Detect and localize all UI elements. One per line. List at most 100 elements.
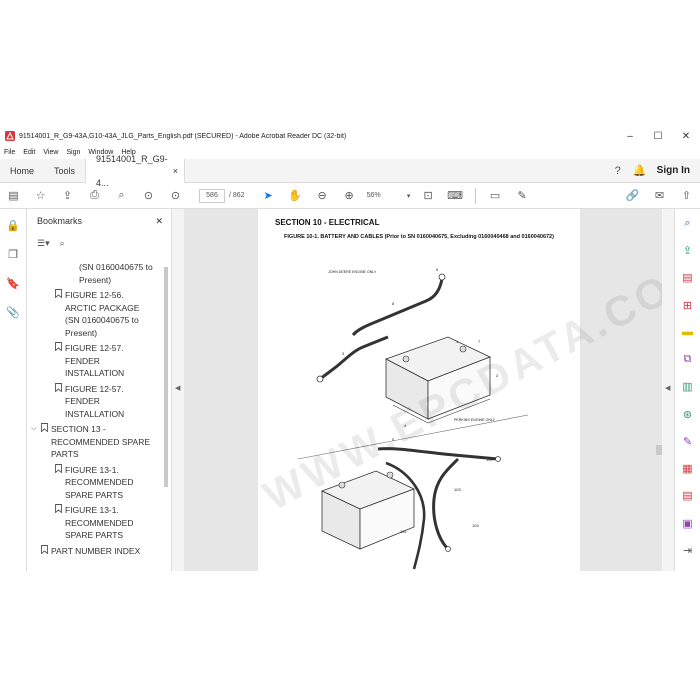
chevron-down-icon [45,504,55,542]
tab-close-icon[interactable]: × [173,159,178,183]
chevron-down-icon [31,545,41,558]
menu-sign[interactable]: Sign [66,149,80,156]
zoom-out-icon[interactable]: ⊖ [309,189,336,202]
toolbar-divider [474,187,476,204]
bookmark-label: FIGURE 12-57. FENDER INSTALLATION [65,343,125,378]
document-view[interactable]: SECTION 10 - ELECTRICAL FIGURE 10-1. BAT… [184,209,662,571]
select-cursor-icon[interactable]: ➤ [255,189,282,202]
bookmark-label: (SN 0160040675 to Present) [79,262,153,285]
bookmark-flag-icon [55,342,65,380]
minimize-button[interactable]: – [616,127,644,145]
organize-pages-icon[interactable]: ▥ [682,380,692,407]
find-bookmark-icon[interactable]: ⌕ [60,238,65,249]
bookmark-label: FIGURE 13-1. RECOMMENDED SPARE PARTS [65,464,134,500]
bookmark-item[interactable]: ⌵ SECTION 13 - RECOMMENDED SPARE PARTS [27,423,162,461]
mail-icon[interactable]: ✉ [646,189,673,202]
bookmark-flag-icon [41,544,51,558]
expand-icon[interactable]: ⇥ [683,544,692,571]
page-up-icon[interactable]: ⊙ [135,189,162,202]
bookmark-options-icon[interactable]: ☰▾ [37,238,50,249]
attachment-icon[interactable]: 📎 [6,306,20,335]
add-pdf-icon[interactable]: ⊞ [683,299,692,326]
fill-sign-icon[interactable]: ✎ [683,435,692,462]
callout-7: 7 [478,339,481,344]
star-icon[interactable]: ☆ [27,189,54,202]
bookmark-label: FIGURE 12-56. ARCTIC PACKAGE (SN 0160040… [65,290,140,338]
zoom-level-select[interactable]: 56% [363,189,403,203]
bookmarks-panel: Bookmarks ✕ ☰▾ ⌕ (SN 0160040675 to Prese… [27,209,172,571]
bookmark-item[interactable]: FIGURE 13-1. RECOMMENDED SPARE PARTS [27,504,162,542]
tab-home[interactable]: Home [0,159,44,183]
pen-icon[interactable]: ✎ [509,189,536,202]
link-icon[interactable]: 🔗 [619,189,646,202]
bookmark-item[interactable]: FIGURE 12-57. FENDER INSTALLATION [27,342,162,380]
lock-icon[interactable]: 🔒 [6,219,20,248]
keyboard-icon[interactable]: ⌨ [442,189,469,202]
menu-edit[interactable]: Edit [23,149,35,156]
hand-tool-icon[interactable]: ✋ [282,189,309,202]
right-tools-rail: ⌕ ⇪ ▤ ⊞ ▬ ⧉ ▥ ⊛ ✎ ▦ ▤ ▣ ⇥ [674,209,700,571]
bookmarks-scroll-thumb[interactable] [164,267,168,487]
left-navigation-rail: 🔒 ❐ 🔖 📎 [0,209,27,571]
comment-icon[interactable]: ▭ [482,189,509,202]
fit-page-icon[interactable]: ⊡ [415,189,442,202]
acrobat-window: 91514001_R_G9-43A,G10-43A_JLG_Parts_Engl… [0,127,700,571]
comment-icon[interactable]: ▬ [682,326,693,353]
upload-icon[interactable]: ⇪ [54,189,81,202]
bookmark-label: SECTION 13 - RECOMMENDED SPARE PARTS [51,424,151,459]
more-tools-icon[interactable]: ▣ [682,517,692,544]
bookmark-item[interactable]: FIGURE 12-57. FENDER INSTALLATION [27,382,162,421]
bookmark-icon[interactable]: 🔖 [6,277,20,306]
maximize-button[interactable]: ☐ [644,127,672,145]
create-pdf-icon[interactable]: ▤ [682,271,692,298]
protect-icon[interactable]: ▤ [682,489,692,516]
edit-pdf-icon[interactable]: ▦ [682,462,692,489]
menu-view[interactable]: View [43,149,58,156]
chevron-left-icon: ◀ [665,385,671,392]
print-icon[interactable]: ⎙ [81,189,108,202]
chevron-down-icon [59,261,69,286]
bell-icon[interactable]: 🔔 [629,164,651,177]
callout-104: 104 [472,523,479,528]
search-icon[interactable]: ⌕ [108,189,135,202]
export-pdf-icon[interactable]: ⇪ [683,244,692,271]
window-title: 91514001_R_G9-43A,G10-43A_JLG_Parts_Engl… [19,132,347,140]
chevron-down-icon [45,383,55,421]
chevron-down-icon [45,464,55,502]
upper-cable-lower [319,335,389,381]
chevron-down-icon[interactable]: ▾ [403,192,415,200]
help-icon[interactable]: ? [607,165,629,177]
bookmark-item[interactable]: FIGURE 13-1. RECOMMENDED SPARE PARTS [27,463,162,502]
pages-icon[interactable]: ❐ [8,248,18,277]
callout-6: 6 [436,267,439,272]
compress-icon[interactable]: ⊛ [683,408,692,435]
left-panel-toggle[interactable]: ◀ [172,209,184,571]
zoom-in-icon[interactable]: ⊕ [336,189,363,202]
bookmark-item[interactable]: PART NUMBER INDEX [27,544,162,558]
page-number-input[interactable]: 586 [199,188,225,203]
combine-icon[interactable]: ⧉ [684,353,692,380]
bookmark-flag-icon [69,261,79,286]
right-panel-toggle[interactable]: ◀ [662,209,674,571]
tab-tools[interactable]: Tools [44,159,85,183]
save-icon[interactable]: ▤ [0,189,27,202]
close-window-button[interactable]: ✕ [672,127,700,145]
chevron-down-icon[interactable]: ⌵ [31,423,41,461]
upper-cable [351,278,444,337]
chevron-down-icon [45,342,55,380]
close-icon[interactable]: ✕ [155,216,163,227]
bookmarks-toolbar: ☰▾ ⌕ [27,233,171,253]
bookmark-item[interactable]: (SN 0160040675 to Present) [27,261,162,286]
menu-file[interactable]: File [4,149,15,156]
page-down-icon[interactable]: ⊙ [162,189,189,202]
bookmarks-scrollbar[interactable] [163,261,169,571]
chevron-left-icon: ◀ [175,385,181,392]
share-icon[interactable]: ⇧ [673,189,700,202]
tab-bar: Home Tools 91514001_R_G9-4... × ? 🔔 Sign… [0,154,700,188]
sign-in-button[interactable]: Sign In [651,165,700,176]
search-icon[interactable]: ⌕ [684,217,690,244]
callout-100: 100 [486,457,493,462]
bookmark-flag-icon [55,504,65,542]
bookmark-item[interactable]: FIGURE 12-56. ARCTIC PACKAGE (SN 0160040… [27,289,162,339]
tab-document[interactable]: 91514001_R_G9-4... × [85,154,186,188]
